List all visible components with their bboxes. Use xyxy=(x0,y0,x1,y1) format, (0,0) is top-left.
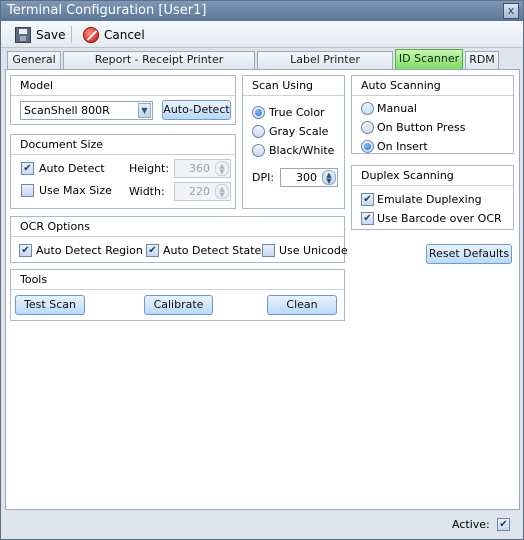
save-button[interactable]: Save xyxy=(15,25,65,45)
tab-id-scanner[interactable]: ID Scanner xyxy=(395,49,463,69)
on-button-press-radio[interactable] xyxy=(361,121,374,134)
on-insert-radio[interactable] xyxy=(361,140,374,153)
calibrate-button[interactable]: Calibrate xyxy=(144,295,213,315)
auto-scanning-group: Auto Scanning Manual On Button Press On … xyxy=(351,75,514,154)
spin-arrows-icon[interactable]: ▲ ▼ xyxy=(322,170,336,185)
ocr-options-group: OCR Options ✔ Auto Detect Region ✔ Auto … xyxy=(10,216,348,263)
tab-rdm[interactable]: RDM xyxy=(465,51,499,69)
height-label: Height: xyxy=(129,162,170,175)
active-label: Active: xyxy=(452,518,490,531)
auto-detect-button[interactable]: Auto-Detect xyxy=(162,100,231,120)
dpi-label: DPI: xyxy=(252,171,275,184)
auto-scanning-group-title: Auto Scanning xyxy=(352,76,513,96)
terminal-configuration-window: Terminal Configuration [User1] x Save Ca… xyxy=(0,0,524,540)
use-max-size-label: Use Max Size xyxy=(39,184,112,197)
use-barcode-over-ocr-checkbox[interactable]: ✔ xyxy=(361,212,374,225)
height-spinner[interactable]: 360 ▲ ▼ xyxy=(174,159,231,178)
use-unicode-checkbox[interactable] xyxy=(262,244,275,257)
dpi-value: 300 xyxy=(296,171,317,184)
id-scanner-panel: Model ScanShell 800R ▼ Auto-Detect Docum… xyxy=(5,69,520,510)
window-title: Terminal Configuration [User1] xyxy=(7,3,207,18)
ocr-options-group-title: OCR Options xyxy=(11,217,344,237)
cancel-label: Cancel xyxy=(104,28,145,42)
status-bar: Active: ✔ xyxy=(1,513,523,539)
tab-report-receipt-printer-assignments[interactable]: Report - Receipt Printer Assignments xyxy=(63,51,255,82)
use-unicode-label: Use Unicode xyxy=(279,244,348,257)
cancel-button[interactable]: Cancel xyxy=(83,25,145,45)
auto-detect-state-label: Auto Detect State xyxy=(163,244,262,257)
scan-using-group: Scan Using True Color Gray Scale Black/W… xyxy=(242,75,345,209)
duplex-scanning-group-title: Duplex Scanning xyxy=(352,166,513,186)
title-bar: Terminal Configuration [User1] x xyxy=(1,1,523,21)
tab-label-printer-assignments[interactable]: Label Printer Assignments xyxy=(257,51,393,82)
emulate-duplexing-label: Emulate Duplexing xyxy=(377,193,482,206)
dpi-spinner[interactable]: 300 ▲ ▼ xyxy=(280,168,338,187)
save-label: Save xyxy=(36,28,66,42)
auto-detect-checkbox[interactable]: ✔ xyxy=(21,162,34,175)
scanner-model-select[interactable]: ScanShell 800R ▼ xyxy=(20,101,153,120)
black-white-radio[interactable] xyxy=(252,144,265,157)
tools-group: Tools Test Scan Calibrate Clean xyxy=(10,269,345,321)
on-insert-label: On Insert xyxy=(377,140,428,153)
save-icon xyxy=(15,27,31,43)
tab-general[interactable]: General xyxy=(7,51,61,69)
emulate-duplexing-checkbox[interactable]: ✔ xyxy=(361,193,374,206)
close-icon[interactable]: x xyxy=(503,3,519,19)
document-size-group-title: Document Size xyxy=(11,135,235,155)
clean-button[interactable]: Clean xyxy=(267,295,337,315)
auto-detect-label: Auto Detect xyxy=(39,162,105,175)
auto-detect-region-label: Auto Detect Region xyxy=(36,244,143,257)
true-color-label: True Color xyxy=(269,106,325,119)
height-value: 360 xyxy=(189,162,210,175)
model-group: Model ScanShell 800R ▼ Auto-Detect xyxy=(10,75,236,125)
scan-using-group-title: Scan Using xyxy=(243,76,344,96)
active-checkbox[interactable]: ✔ xyxy=(497,518,510,531)
test-scan-button[interactable]: Test Scan xyxy=(15,295,85,315)
use-max-size-checkbox[interactable] xyxy=(21,184,34,197)
gray-scale-radio[interactable] xyxy=(252,125,265,138)
tools-group-title: Tools xyxy=(11,270,344,290)
duplex-scanning-group: Duplex Scanning ✔ Emulate Duplexing ✔ Us… xyxy=(351,165,514,230)
document-size-group: Document Size ✔ Auto Detect Use Max Size… xyxy=(10,134,236,209)
manual-label: Manual xyxy=(377,102,417,115)
reset-defaults-button[interactable]: Reset Defaults xyxy=(426,244,512,264)
black-white-label: Black/White xyxy=(269,144,335,157)
auto-detect-state-checkbox[interactable]: ✔ xyxy=(146,244,159,257)
cancel-icon xyxy=(83,27,99,43)
width-value: 220 xyxy=(189,185,210,198)
width-label: Width: xyxy=(129,185,165,198)
tab-strip: General Report - Receipt Printer Assignm… xyxy=(5,49,521,82)
spin-arrows-icon[interactable]: ▲ ▼ xyxy=(215,161,229,176)
use-barcode-over-ocr-label: Use Barcode over OCR xyxy=(377,212,502,225)
scanner-model-value: ScanShell 800R xyxy=(24,104,110,117)
model-group-title: Model xyxy=(11,76,235,96)
on-button-press-label: On Button Press xyxy=(377,121,466,134)
toolbar: Save Cancel xyxy=(1,21,523,48)
chevron-down-icon[interactable]: ▼ xyxy=(138,103,151,118)
width-spinner[interactable]: 220 ▲ ▼ xyxy=(174,182,231,201)
auto-detect-region-checkbox[interactable]: ✔ xyxy=(19,244,32,257)
manual-radio[interactable] xyxy=(361,102,374,115)
spin-arrows-icon[interactable]: ▲ ▼ xyxy=(215,184,229,199)
true-color-radio[interactable] xyxy=(252,106,265,119)
toolbar-separator xyxy=(71,26,72,43)
gray-scale-label: Gray Scale xyxy=(269,125,329,138)
